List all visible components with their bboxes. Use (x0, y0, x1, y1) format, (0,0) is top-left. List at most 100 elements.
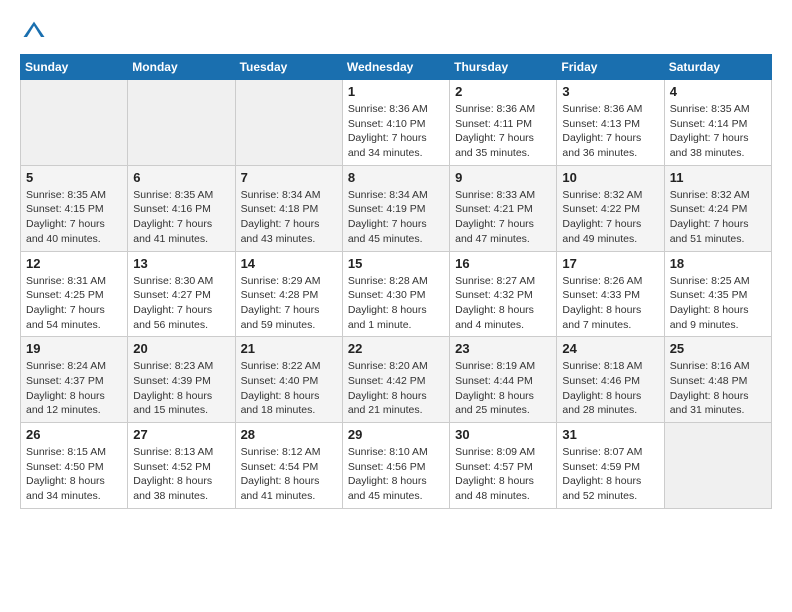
calendar-cell: 3 Sunrise: 8:36 AM Sunset: 4:13 PM Daylig… (557, 80, 664, 166)
weekday-header: Wednesday (342, 55, 449, 80)
calendar-cell: 20Sunrise: 8:23 AM Sunset: 4:39 PM Dayli… (128, 337, 235, 423)
calendar-cell: 14 Sunrise: 8:29 AM Sunset: 4:28 PM Dayli… (235, 251, 342, 337)
day-info: Sunrise: 8:35 AM Sunset: 4:15 PM Dayligh… (26, 188, 122, 247)
day-number: 25 (670, 341, 766, 356)
day-info: Sunrise: 8:27 AM Sunset: 4:32 PM Dayligh… (455, 274, 551, 333)
weekday-header: Saturday (664, 55, 771, 80)
day-info: Sunrise: 8:35 AM Sunset: 4:14 PM Dayligh… (670, 102, 766, 161)
day-info: Sunrise: 8:16 AM Sunset: 4:48 PM Dayligh… (670, 359, 766, 418)
day-number: 31 (562, 427, 658, 442)
day-number: 23 (455, 341, 551, 356)
day-number: 14 (241, 256, 337, 271)
calendar-week-row: 1Sunrise: 8:36 AM Sunset: 4:10 PM Daylig… (21, 80, 772, 166)
day-info: Sunrise: 8:07 AM Sunset: 4:59 PM Dayligh… (562, 445, 658, 504)
calendar-cell: 6Sunrise: 8:35 AM Sunset: 4:16 PM Daylig… (128, 165, 235, 251)
calendar-cell: 24 Sunrise: 8:18 AM Sunset: 4:46 PM Dayli… (557, 337, 664, 423)
day-number: 1 (348, 84, 444, 99)
calendar-cell: 21 Sunrise: 8:22 AM Sunset: 4:40 PM Dayli… (235, 337, 342, 423)
day-info: Sunrise: 8:33 AM Sunset: 4:21 PM Dayligh… (455, 188, 551, 247)
weekday-header: Monday (128, 55, 235, 80)
day-number: 17 (562, 256, 658, 271)
calendar-cell: 29 Sunrise: 8:10 AM Sunset: 4:56 PM Dayli… (342, 423, 449, 509)
day-info: Sunrise: 8:22 AM Sunset: 4:40 PM Dayligh… (241, 359, 337, 418)
day-info: Sunrise: 8:30 AM Sunset: 4:27 PM Dayligh… (133, 274, 229, 333)
day-number: 21 (241, 341, 337, 356)
calendar-week-row: 26 Sunrise: 8:15 AM Sunset: 4:50 PM Dayli… (21, 423, 772, 509)
day-number: 6 (133, 170, 229, 185)
day-number: 12 (26, 256, 122, 271)
calendar-cell: 4Sunrise: 8:35 AM Sunset: 4:14 PM Daylig… (664, 80, 771, 166)
calendar-week-row: 19Sunrise: 8:24 AM Sunset: 4:37 PM Dayli… (21, 337, 772, 423)
day-number: 5 (26, 170, 122, 185)
calendar-cell: 13 Sunrise: 8:30 AM Sunset: 4:27 PM Dayli… (128, 251, 235, 337)
day-info: Sunrise: 8:19 AM Sunset: 4:44 PM Dayligh… (455, 359, 551, 418)
day-info: Sunrise: 8:31 AM Sunset: 4:25 PM Dayligh… (26, 274, 122, 333)
calendar-cell: 23 Sunrise: 8:19 AM Sunset: 4:44 PM Dayli… (450, 337, 557, 423)
day-number: 16 (455, 256, 551, 271)
calendar-cell: 12 Sunrise: 8:31 AM Sunset: 4:25 PM Dayli… (21, 251, 128, 337)
day-number: 9 (455, 170, 551, 185)
day-info: Sunrise: 8:36 AM Sunset: 4:11 PM Dayligh… (455, 102, 551, 161)
day-info: Sunrise: 8:10 AM Sunset: 4:56 PM Dayligh… (348, 445, 444, 504)
day-number: 27 (133, 427, 229, 442)
day-info: Sunrise: 8:34 AM Sunset: 4:18 PM Dayligh… (241, 188, 337, 247)
calendar-cell: 9 Sunrise: 8:33 AM Sunset: 4:21 PM Daylig… (450, 165, 557, 251)
day-number: 18 (670, 256, 766, 271)
calendar-header: SundayMondayTuesdayWednesdayThursdayFrid… (21, 55, 772, 80)
day-info: Sunrise: 8:24 AM Sunset: 4:37 PM Dayligh… (26, 359, 122, 418)
calendar-cell: 16 Sunrise: 8:27 AM Sunset: 4:32 PM Dayli… (450, 251, 557, 337)
calendar-week-row: 5 Sunrise: 8:35 AM Sunset: 4:15 PM Daylig… (21, 165, 772, 251)
calendar-cell (21, 80, 128, 166)
calendar-cell: 17 Sunrise: 8:26 AM Sunset: 4:33 PM Dayli… (557, 251, 664, 337)
day-number: 2 (455, 84, 551, 99)
day-number: 11 (670, 170, 766, 185)
calendar-cell: 18 Sunrise: 8:25 AM Sunset: 4:35 PM Dayli… (664, 251, 771, 337)
day-info: Sunrise: 8:29 AM Sunset: 4:28 PM Dayligh… (241, 274, 337, 333)
day-number: 3 (562, 84, 658, 99)
weekday-header: Tuesday (235, 55, 342, 80)
calendar-cell: 2 Sunrise: 8:36 AM Sunset: 4:11 PM Daylig… (450, 80, 557, 166)
day-number: 8 (348, 170, 444, 185)
day-info: Sunrise: 8:26 AM Sunset: 4:33 PM Dayligh… (562, 274, 658, 333)
weekday-header: Friday (557, 55, 664, 80)
weekday-header: Sunday (21, 55, 128, 80)
day-number: 13 (133, 256, 229, 271)
day-number: 26 (26, 427, 122, 442)
day-info: Sunrise: 8:15 AM Sunset: 4:50 PM Dayligh… (26, 445, 122, 504)
logo (20, 16, 52, 44)
calendar-cell: 31 Sunrise: 8:07 AM Sunset: 4:59 PM Dayli… (557, 423, 664, 509)
calendar-week-row: 12 Sunrise: 8:31 AM Sunset: 4:25 PM Dayli… (21, 251, 772, 337)
page-header (20, 16, 772, 44)
calendar-cell: 8 Sunrise: 8:34 AM Sunset: 4:19 PM Daylig… (342, 165, 449, 251)
calendar-cell: 1Sunrise: 8:36 AM Sunset: 4:10 PM Daylig… (342, 80, 449, 166)
weekday-header: Thursday (450, 55, 557, 80)
calendar-cell: 5 Sunrise: 8:35 AM Sunset: 4:15 PM Daylig… (21, 165, 128, 251)
day-number: 24 (562, 341, 658, 356)
calendar-cell: 30Sunrise: 8:09 AM Sunset: 4:57 PM Dayli… (450, 423, 557, 509)
calendar-cell (128, 80, 235, 166)
calendar-cell: 19Sunrise: 8:24 AM Sunset: 4:37 PM Dayli… (21, 337, 128, 423)
day-info: Sunrise: 8:36 AM Sunset: 4:13 PM Dayligh… (562, 102, 658, 161)
calendar-cell: 15 Sunrise: 8:28 AM Sunset: 4:30 PM Dayli… (342, 251, 449, 337)
calendar-cell: 10Sunrise: 8:32 AM Sunset: 4:22 PM Dayli… (557, 165, 664, 251)
day-number: 10 (562, 170, 658, 185)
day-number: 28 (241, 427, 337, 442)
calendar-cell: 25 Sunrise: 8:16 AM Sunset: 4:48 PM Dayli… (664, 337, 771, 423)
day-info: Sunrise: 8:25 AM Sunset: 4:35 PM Dayligh… (670, 274, 766, 333)
day-info: Sunrise: 8:20 AM Sunset: 4:42 PM Dayligh… (348, 359, 444, 418)
day-number: 22 (348, 341, 444, 356)
calendar-cell: 22 Sunrise: 8:20 AM Sunset: 4:42 PM Dayli… (342, 337, 449, 423)
calendar-cell: 11Sunrise: 8:32 AM Sunset: 4:24 PM Dayli… (664, 165, 771, 251)
calendar-cell (664, 423, 771, 509)
day-number: 15 (348, 256, 444, 271)
day-info: Sunrise: 8:18 AM Sunset: 4:46 PM Dayligh… (562, 359, 658, 418)
logo-icon (20, 16, 48, 44)
calendar-cell: 27Sunrise: 8:13 AM Sunset: 4:52 PM Dayli… (128, 423, 235, 509)
calendar-cell: 26 Sunrise: 8:15 AM Sunset: 4:50 PM Dayli… (21, 423, 128, 509)
day-info: Sunrise: 8:12 AM Sunset: 4:54 PM Dayligh… (241, 445, 337, 504)
day-info: Sunrise: 8:23 AM Sunset: 4:39 PM Dayligh… (133, 359, 229, 418)
day-info: Sunrise: 8:28 AM Sunset: 4:30 PM Dayligh… (348, 274, 444, 333)
day-info: Sunrise: 8:34 AM Sunset: 4:19 PM Dayligh… (348, 188, 444, 247)
calendar-cell: 7Sunrise: 8:34 AM Sunset: 4:18 PM Daylig… (235, 165, 342, 251)
day-number: 29 (348, 427, 444, 442)
